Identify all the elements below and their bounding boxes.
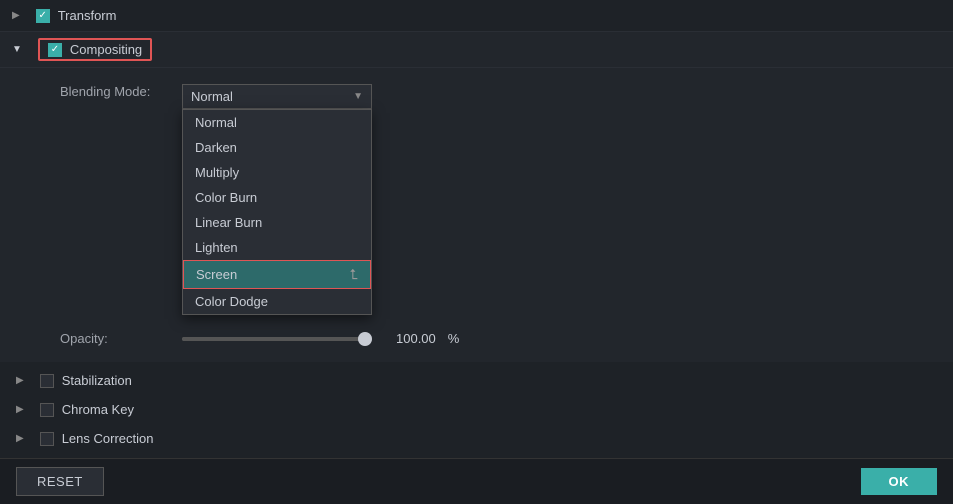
blend-option-label: Screen — [196, 267, 237, 282]
blend-option-label: Lighten — [195, 240, 238, 255]
opacity-unit: % — [448, 331, 460, 346]
cursor-icon: ⮤ — [350, 266, 358, 283]
stabilization-checkbox[interactable] — [40, 374, 54, 388]
blend-option-multiply[interactable]: Multiply — [183, 160, 371, 185]
chroma-key-chevron[interactable]: ▶ — [16, 404, 24, 415]
compositing-label: Compositing — [70, 42, 142, 57]
opacity-slider[interactable] — [182, 337, 372, 341]
ok-button[interactable]: OK — [861, 468, 938, 495]
blend-option-normal[interactable]: Normal — [183, 110, 371, 135]
blend-mode-value: Normal — [191, 89, 233, 104]
transform-chevron[interactable]: ▶ — [12, 10, 20, 21]
transform-section[interactable]: ▶ Transform — [0, 0, 953, 32]
blend-option-screen[interactable]: Screen ⮤ — [183, 260, 371, 289]
blend-option-lighten[interactable]: Lighten — [183, 235, 371, 260]
opacity-row: Opacity: 100.00 % — [0, 325, 953, 352]
blend-option-label: Linear Burn — [195, 215, 262, 230]
blend-mode-dropdown[interactable]: Normal ▼ Normal Darken Multiply Color — [182, 84, 372, 315]
opacity-label: Opacity: — [60, 331, 170, 346]
footer: RESET OK — [0, 458, 953, 504]
lens-correction-checkbox[interactable] — [40, 432, 54, 446]
blend-option-label: Multiply — [195, 165, 239, 180]
blend-option-label: Darken — [195, 140, 237, 155]
blend-option-color-dodge[interactable]: Color Dodge — [183, 289, 371, 314]
chevron-down-icon: ▼ — [353, 91, 363, 102]
compositing-chevron[interactable]: ▼ — [12, 44, 22, 55]
lens-correction-section[interactable]: ▶ Lens Correction — [0, 424, 953, 453]
blending-mode-label: Blending Mode: — [60, 84, 170, 99]
chroma-key-label: Chroma Key — [62, 402, 134, 417]
compositing-checkbox[interactable] — [48, 43, 62, 57]
blend-option-darken[interactable]: Darken — [183, 135, 371, 160]
transform-label: Transform — [58, 8, 117, 23]
blend-option-color-burn[interactable]: Color Burn — [183, 185, 371, 210]
stabilization-section[interactable]: ▶ Stabilization — [0, 366, 953, 395]
blend-option-label: Color Dodge — [195, 294, 268, 309]
compositing-highlighted-box: Compositing — [38, 38, 152, 61]
reset-button[interactable]: RESET — [16, 467, 104, 496]
transform-checkbox[interactable] — [36, 9, 50, 23]
compositing-section-header[interactable]: ▼ Compositing — [0, 32, 953, 68]
blending-mode-row: Blending Mode: Normal ▼ Normal Darken Mu… — [0, 78, 953, 321]
lens-correction-chevron[interactable]: ▶ — [16, 433, 24, 444]
compositing-panel: Blending Mode: Normal ▼ Normal Darken Mu… — [0, 68, 953, 362]
chroma-key-section[interactable]: ▶ Chroma Key — [0, 395, 953, 424]
collapsed-sections: ▶ Stabilization ▶ Chroma Key ▶ Lens Corr… — [0, 362, 953, 458]
main-content: ▶ Transform ▼ Compositing Blending Mode:… — [0, 0, 953, 458]
blend-option-linear-burn[interactable]: Linear Burn — [183, 210, 371, 235]
opacity-slider-container — [182, 337, 372, 341]
chroma-key-checkbox[interactable] — [40, 403, 54, 417]
stabilization-chevron[interactable]: ▶ — [16, 375, 24, 386]
blend-dropdown-menu: Normal Darken Multiply Color Burn Linear… — [182, 109, 372, 315]
blend-option-label: Normal — [195, 115, 237, 130]
opacity-value: 100.00 — [396, 331, 436, 346]
lens-correction-label: Lens Correction — [62, 431, 154, 446]
blend-option-label: Color Burn — [195, 190, 257, 205]
stabilization-label: Stabilization — [62, 373, 132, 388]
blend-selected-value[interactable]: Normal ▼ — [182, 84, 372, 109]
